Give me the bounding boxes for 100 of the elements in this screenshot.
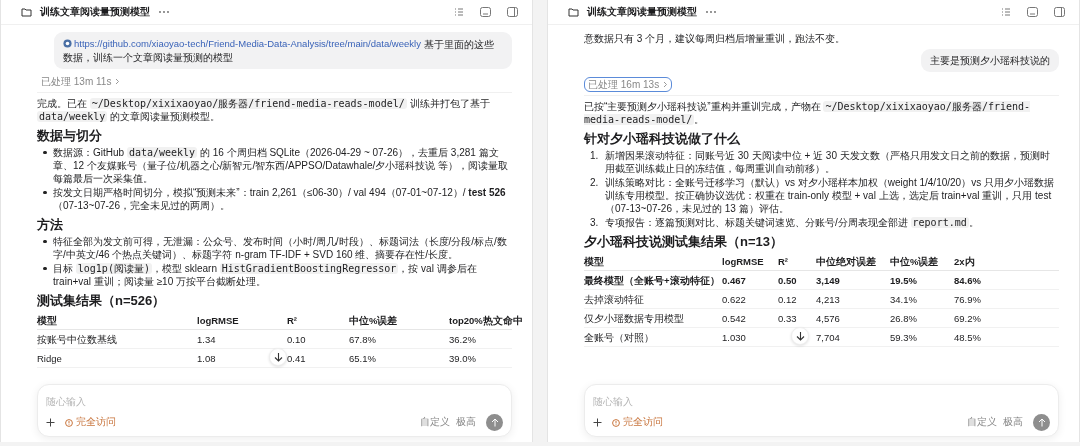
sidebar-icon[interactable]	[507, 7, 518, 17]
paragraph: 意数据只有 3 个月，建议每周归档后增量重训，跑法不变。	[584, 32, 847, 45]
table-cell: 65.1%	[349, 351, 376, 365]
github-icon	[63, 39, 72, 48]
processed-toggle[interactable]: 已处理 16m 13s	[584, 77, 673, 92]
message-field[interactable]: 随心输入 完全访问 自定义 极高	[584, 384, 1059, 437]
folder-icon[interactable]	[568, 7, 579, 17]
table-cell: 84.6%	[954, 273, 981, 287]
paragraph: 已按“主要预测夕小瑶科技说”重构并重训完成，产物在 ~/Desktop/xixixaoyao/服务器/friend-media-reads-model/ 。	[584, 100, 1032, 126]
list-item: 目标 log1p(阅读量) ，模型 sklearn HistGradientBoostingRegressor ，按 val 调参后在 train+val 重训；阅读量 ≥10 万按平台截断处理。	[53, 262, 478, 288]
window-title: 训练文章阅读量预测模型	[40, 5, 150, 19]
column-header: logRMSE	[197, 313, 239, 327]
list-item: 专项报告：逐篇预测对比、标题关键词速览、分账号/分周表现全部进 report.md 。	[605, 216, 980, 229]
terminal-icon[interactable]	[480, 7, 491, 17]
more-icon[interactable]	[705, 10, 717, 14]
level-button[interactable]: 极高	[456, 416, 476, 429]
arrow-up-icon	[490, 418, 499, 427]
send-button[interactable]	[486, 414, 503, 431]
column-header: 模型	[584, 254, 604, 268]
paragraph: 完成。已在 ~/Desktop/xixixaoyao/服务器/friend-media-reads-model/ 训练并打包了基于 data/weekly 的文章阅读量预测模型。	[37, 97, 491, 123]
table-cell: 1.34	[197, 332, 216, 346]
access-button[interactable]: 完全访问	[612, 416, 663, 429]
bullet-icon	[43, 239, 47, 244]
column-header: top20%热文命中	[449, 313, 523, 327]
column-header: 模型	[37, 313, 57, 327]
table-cell: 1.08	[197, 351, 216, 365]
link[interactable]: https://github.com/xiaoyao-tech/Friend-Media-Data-Analysis/tree/main/data/weekly	[63, 37, 421, 50]
table-cell: 0.622	[722, 292, 746, 306]
list-number: 2.	[590, 176, 600, 190]
section-heading: 针对夕小瑶科技说做了什么	[584, 131, 741, 147]
mode-button[interactable]: 自定义	[967, 416, 997, 429]
table-cell: 69.2%	[954, 311, 981, 325]
list-item: 特征全部为发文前可得，无泄漏：公众号、发布时间（小时/周几/时段）、标题词法（长度/分段/标点/数字/中英文/46 个热点关键词）、标题字符 n-gram TF-IDF + SVD 160 维、摘要存在性/长度。	[53, 235, 508, 261]
table-cell: 4,213	[816, 292, 840, 306]
level-button[interactable]: 极高	[1003, 416, 1023, 429]
table-cell: 0.10	[287, 332, 306, 346]
column-header: R²	[287, 313, 298, 327]
table-cell: 7,704	[816, 330, 840, 344]
list-item: 新增因果滚动特征：同账号近 30 天阅读中位 + 近 30 天发文数（严格只用发文日之前的数据，预测时用截至训练截止日的冻结值，每周重训自动前移）。	[605, 149, 1051, 175]
table-cell: 34.1%	[890, 292, 917, 306]
terminal-icon[interactable]	[1027, 7, 1038, 17]
message-field[interactable]: 随心输入 完全访问 自定义 极高	[37, 384, 512, 437]
plus-icon[interactable]	[46, 418, 55, 427]
column-header: 中位绝对误差	[816, 254, 876, 268]
processed-toggle[interactable]: 已处理 13m 11s	[37, 74, 125, 89]
user-message: 主要是预测夕小瑶科技说的	[921, 49, 1059, 72]
table-cell: 按账号中位数基线	[37, 332, 117, 346]
bullet-icon	[43, 190, 47, 195]
column-header: logRMSE	[722, 254, 764, 268]
arrow-up-icon	[1037, 418, 1046, 427]
sidebar-icon[interactable]	[1054, 7, 1065, 17]
user-message: https://github.com/xiaoyao-tech/Friend-Media-Data-Analysis/tree/main/data/weekly 基于里面的这些数据，训练一个文章阅读量预测的模型	[54, 32, 512, 69]
list-item: 数据源：GitHub data/weekly 的 16 个周归档 SQLite（2026-04-29 ~ 07-26），去重后 3,281 篇文章、12 个友媒账号（量子位/机器之心/新智元/智东西/APPSO/Datawhale/夕小瑶科技说 等），阅读量取每篇最后一次采集值。	[53, 146, 510, 185]
column-header: R²	[778, 254, 789, 268]
table-cell: 76.9%	[954, 292, 981, 306]
section-heading: 测试集结果（n=526）	[37, 293, 167, 309]
table-cell: 0.542	[722, 311, 746, 325]
table-cell: 59.3%	[890, 330, 917, 344]
arrow-down-icon	[795, 331, 805, 341]
list-number: 1.	[590, 149, 600, 163]
table-cell: 3,149	[816, 273, 840, 287]
section-heading: 方法	[37, 217, 64, 233]
bullet-icon	[43, 266, 47, 271]
table-cell: 19.5%	[890, 273, 917, 287]
warning-icon	[612, 418, 620, 427]
table-cell: 最终模型（全账号+滚动特征）	[584, 273, 720, 287]
table-cell: 0.12	[778, 292, 797, 306]
table-cell: 4,576	[816, 311, 840, 325]
table-cell: 0.467	[722, 273, 746, 287]
scroll-down-button[interactable]	[791, 327, 809, 345]
send-button[interactable]	[1033, 414, 1050, 431]
folder-icon[interactable]	[21, 7, 32, 17]
scroll-down-button[interactable]	[269, 348, 287, 366]
table-cell: 0.41	[287, 351, 306, 365]
table-cell: 去掉滚动特征	[584, 292, 644, 306]
table-cell: 67.8%	[349, 332, 376, 346]
chevron-icon	[663, 81, 669, 88]
mode-button[interactable]: 自定义	[420, 416, 450, 429]
plus-icon[interactable]	[593, 418, 602, 427]
table-cell: 1.030	[722, 330, 746, 344]
arrow-down-icon	[273, 352, 283, 362]
section-heading: 数据与切分	[37, 128, 103, 144]
window-title: 训练文章阅读量预测模型	[587, 5, 697, 19]
warning-icon	[65, 418, 73, 427]
more-icon[interactable]	[158, 10, 170, 14]
column-header: 2x内	[954, 254, 975, 268]
table-cell: 全账号（对照）	[584, 330, 654, 344]
column-header: 中位%误差	[890, 254, 939, 268]
section-heading: 夕小瑶科技说测试集结果（n=13）	[584, 234, 784, 250]
column-header: 中位%误差	[349, 313, 398, 327]
table-cell: 0.33	[778, 311, 797, 325]
table-cell: 48.5%	[954, 330, 981, 344]
list-number: 3.	[590, 216, 600, 229]
list-item: 按发文日期严格时间切分，模拟“预测未来”：train 2,261（≤06-30）/ val 494（07-01~07-12）/ test 526 （07-13~07-26，完全未见过的两周）。	[53, 186, 507, 212]
table-cell: Ridge	[37, 351, 62, 365]
chevron-icon	[115, 78, 121, 85]
table-cell: 36.2%	[449, 332, 476, 346]
list-item: 训练策略对比：全账号迁移学习（默认）vs 对夕小瑶样本加权（weight 1/4/10/20）vs 只用夕小瑶数据训练专用模型。按正确协议选优：权重在 train-only 模型 + val 上选，选定后 train+val 重训，只用 test（07-13~07-26，未见过的 13 篇）评估。	[605, 176, 1055, 215]
access-button[interactable]: 完全访问	[65, 416, 116, 429]
table-cell: 仅夕小瑶数据专用模型	[584, 311, 684, 325]
